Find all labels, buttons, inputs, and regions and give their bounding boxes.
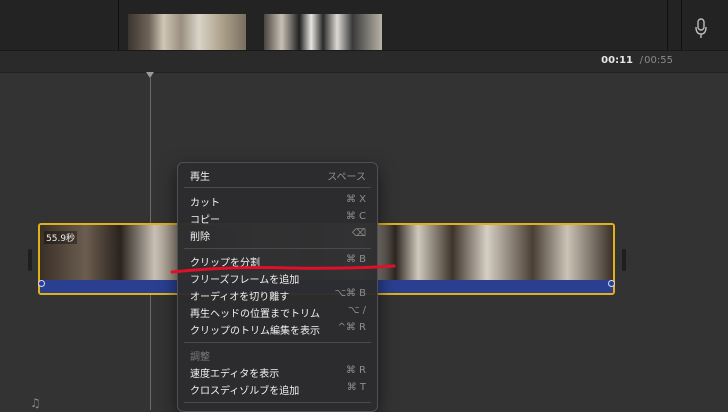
media-thumbnail[interactable] xyxy=(128,14,246,50)
menu-item-copy[interactable]: コピー ⌘ C xyxy=(178,210,377,227)
menu-item-shortcut: ⌫ xyxy=(351,228,366,239)
menu-item-shortcut: ^⌘ R xyxy=(337,322,366,333)
menu-item-label: コピー xyxy=(190,215,220,226)
annotation-underline xyxy=(170,264,396,274)
menu-item-shortcut: スペース xyxy=(327,172,366,183)
menu-separator xyxy=(184,187,371,188)
menu-item-show-speed-editor[interactable]: 速度エディタを表示 ⌘ R xyxy=(178,364,377,381)
menu-item-label: 調整 xyxy=(190,352,210,363)
menu-item-shortcut: ⌥⌘ B xyxy=(334,288,366,299)
menu-item-trim-to-playhead[interactable]: 再生ヘッドの位置までトリム ⌥ / xyxy=(178,304,377,321)
menu-separator xyxy=(184,248,371,249)
menu-item-shortcut: ⌘ T xyxy=(346,382,366,393)
microphone-icon[interactable] xyxy=(694,18,708,40)
menu-item-shortcut: ⌘ X xyxy=(345,194,366,205)
menu-item-label: クリップのトリム編集を表示 xyxy=(190,326,320,337)
menu-item-label: 再生ヘッドの位置までトリム xyxy=(190,309,320,320)
menu-item-shortcut: ⌘ C xyxy=(345,211,366,222)
strip-divider xyxy=(118,0,119,50)
menu-item-cut[interactable]: カット ⌘ X xyxy=(178,193,377,210)
menu-item-shortcut: ⌥ / xyxy=(347,305,366,316)
clip-trim-handle-right[interactable] xyxy=(622,249,626,271)
audio-fade-handle-left[interactable] xyxy=(38,280,45,287)
menu-item-show-clip-trimmer[interactable]: クリップのトリム編集を表示 ^⌘ R xyxy=(178,321,377,338)
menu-item-detach-audio[interactable]: オーディオを切り離す ⌥⌘ B xyxy=(178,287,377,304)
music-note-icon: ♫ xyxy=(30,396,41,410)
menu-item-label: 速度エディタを表示 xyxy=(190,369,280,380)
menu-separator xyxy=(184,402,371,403)
menu-item-label: 再生 xyxy=(190,172,210,183)
menu-item-label: クロスディゾルブを追加 xyxy=(190,386,300,397)
menu-item-label: オーディオを切り離す xyxy=(190,292,290,303)
menu-item-shortcut: ⌘ R xyxy=(345,365,366,376)
menu-item-label: 削除 xyxy=(190,232,210,243)
strip-divider xyxy=(667,0,668,50)
clip-duration-label: 55.9秒 xyxy=(44,231,78,244)
clip-trim-handle-left[interactable] xyxy=(28,249,32,271)
clip-context-menu: 再生 スペース カット ⌘ X コピー ⌘ C 削除 ⌫ クリップを分割 ⌘ B… xyxy=(177,162,378,412)
audio-fade-handle-right[interactable] xyxy=(608,280,615,287)
menu-item-play[interactable]: 再生 スペース xyxy=(178,167,377,184)
menu-item-delete[interactable]: 削除 ⌫ xyxy=(178,227,377,244)
total-time: 00:55 xyxy=(644,55,673,66)
time-separator: / xyxy=(639,55,643,66)
menu-item-label: カット xyxy=(190,198,220,209)
menu-separator xyxy=(184,342,371,343)
media-thumbnail[interactable] xyxy=(264,14,382,50)
current-time: 00:11 xyxy=(601,55,633,66)
strip-divider xyxy=(681,0,682,50)
menu-item-add-cross-dissolve[interactable]: クロスディゾルブを追加 ⌘ T xyxy=(178,381,377,398)
menu-item-adjust: 調整 xyxy=(178,347,377,364)
